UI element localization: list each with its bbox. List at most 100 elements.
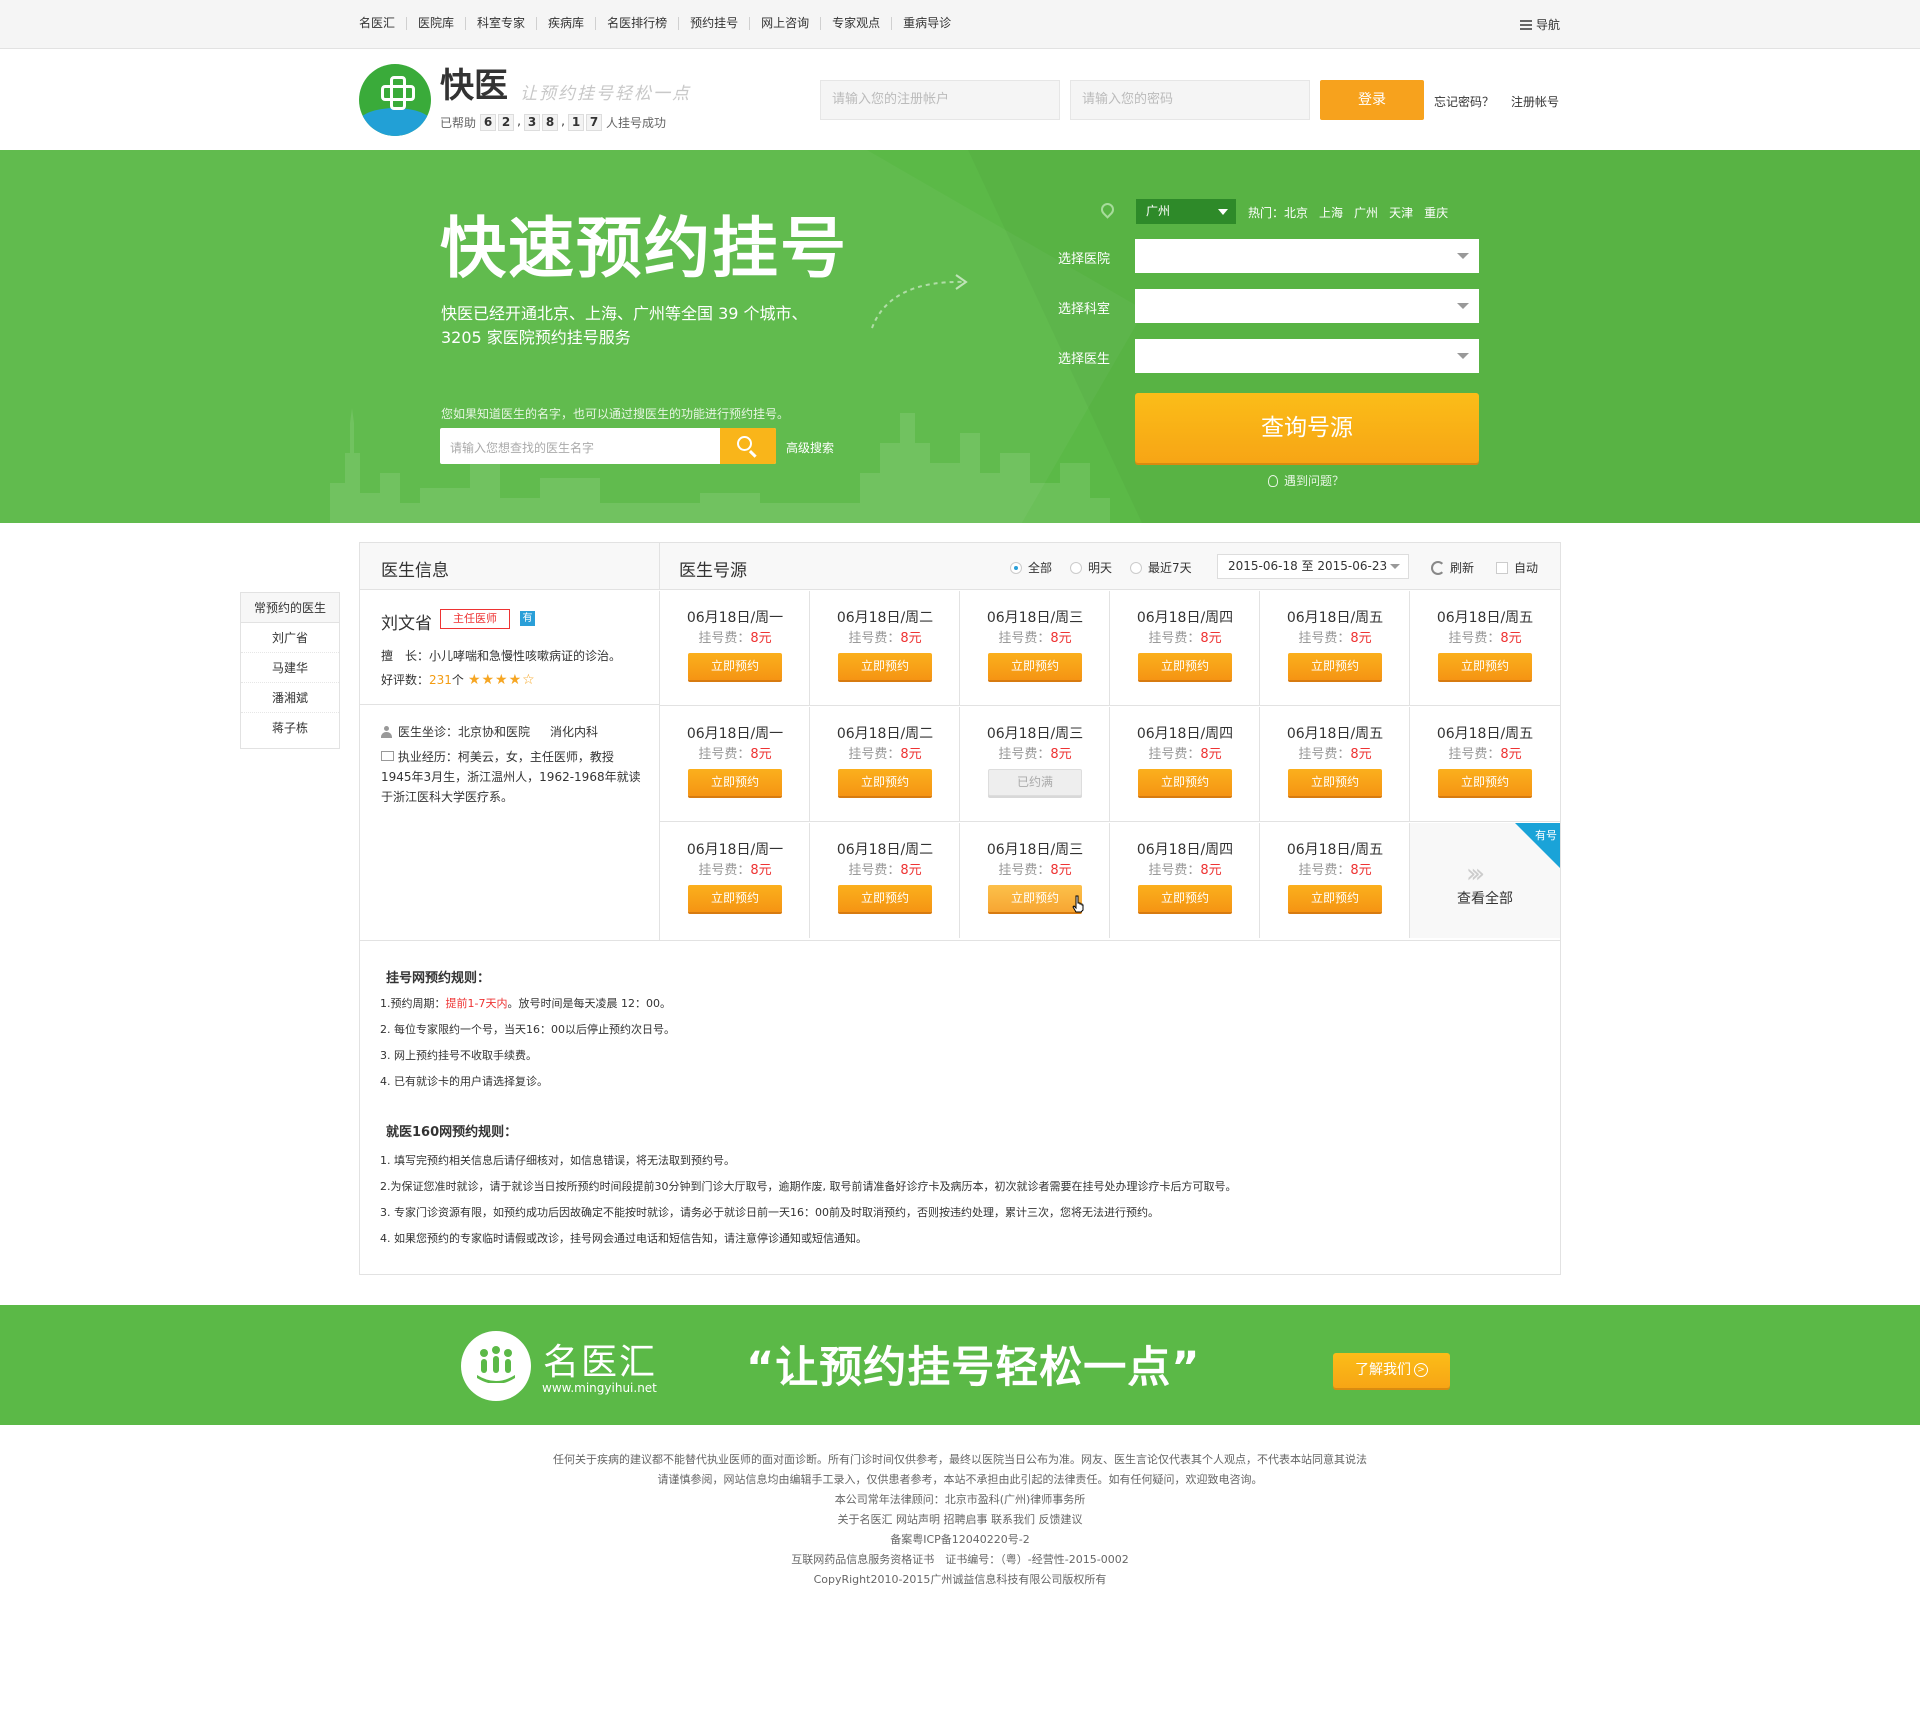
book-now-button[interactable]: 立即预约	[1138, 653, 1232, 680]
nav-link[interactable]: 专家观点	[820, 17, 891, 30]
specialty-value: 小儿哮喘和急慢性咳嗽病证的诊治。	[429, 649, 622, 663]
doctor-experience: 执业经历：柯美云，女，主任医师，教授 1945年3月生，浙江温州人，1962-1…	[381, 747, 646, 807]
nav-link[interactable]: 网上咨询	[749, 17, 820, 30]
schedule-date: 06月18日/周二	[836, 610, 934, 626]
schedule-fee: 挂号费：8元	[660, 627, 810, 646]
schedule-cell: 06月18日/周五 挂号费：8元 立即预约	[1410, 591, 1560, 706]
book-now-button[interactable]: 立即预约	[1438, 769, 1532, 796]
fully-booked-button: 已约满	[988, 769, 1082, 796]
schedule-cell: 06月18日/周五 挂号费：8元 立即预约	[1410, 707, 1560, 822]
city-select[interactable]: 广州	[1136, 199, 1236, 224]
doctor-search-input[interactable]: 请输入您想查找的医生名字	[450, 439, 594, 456]
book-now-button[interactable]: 立即预约	[988, 885, 1082, 912]
login-button[interactable]: 登录	[1320, 80, 1424, 120]
booking-panel: 医生信息 医生号源 全部 明天 最近7天 2015-06-18 至 2015-0…	[359, 542, 1561, 1275]
password-input[interactable]: 请输入您的密码	[1070, 80, 1310, 120]
fee-label: 挂号费：	[1298, 631, 1351, 646]
nav-link[interactable]: 科室专家	[465, 17, 536, 30]
book-now-button[interactable]: 立即预约	[1288, 769, 1382, 796]
view-all-button[interactable]: ››› 查看全部 有号	[1410, 823, 1560, 938]
book-now-button[interactable]: 立即预约	[688, 885, 782, 912]
schedule-fee: 挂号费：8元	[810, 743, 960, 762]
fee-value: 8元	[1050, 863, 1072, 878]
advanced-search-link[interactable]: 高级搜索	[786, 439, 834, 456]
filter-all-radio[interactable]: 全部	[1010, 559, 1052, 576]
chevron-down-icon	[1457, 303, 1469, 309]
hospital-name[interactable]: 北京协和医院	[458, 723, 530, 740]
book-now-button[interactable]: 立即预约	[988, 653, 1082, 680]
brand-name[interactable]: 快医	[440, 66, 508, 106]
username-input[interactable]: 请输入您的注册帐户	[820, 80, 1060, 120]
book-now-button[interactable]: 立即预约	[1138, 885, 1232, 912]
search-button[interactable]	[720, 428, 776, 464]
schedule-fee: 挂号费：8元	[960, 859, 1110, 878]
book-now-button[interactable]: 立即预约	[688, 769, 782, 796]
book-now-button[interactable]: 立即预约	[1138, 769, 1232, 796]
schedule-fee: 挂号费：8元	[1410, 627, 1560, 646]
rule-line: 1.预约周期：提前1-7天内。放号时间是每天凌晨 12：00。	[380, 995, 671, 1011]
schedule-fee: 挂号费：8元	[960, 627, 1110, 646]
logo-icon[interactable]	[359, 64, 431, 136]
book-now-button[interactable]: 立即预约	[1438, 653, 1532, 680]
fee-value: 8元	[1200, 863, 1222, 878]
nav-link[interactable]: 预约挂号	[678, 17, 749, 30]
book-now-button[interactable]: 立即预约	[1288, 885, 1382, 912]
filter-7days-radio[interactable]: 最近7天	[1130, 559, 1192, 576]
hot-city-link[interactable]: 天津	[1389, 204, 1413, 221]
sidebar-doctor-item[interactable]: 蒋子栋	[241, 713, 339, 743]
nav-link[interactable]: 名医汇	[359, 17, 406, 30]
nav-link[interactable]: 医院库	[406, 17, 465, 30]
register-link[interactable]: 注册帐号	[1511, 93, 1559, 110]
query-source-button[interactable]: 查询号源	[1135, 393, 1479, 463]
department-select[interactable]	[1135, 289, 1479, 323]
book-now-button[interactable]: 立即预约	[1288, 653, 1382, 680]
book-now-button[interactable]: 立即预约	[838, 885, 932, 912]
filter-tomorrow-radio[interactable]: 明天	[1070, 559, 1112, 576]
helped-suffix: 人挂号成功	[606, 116, 667, 130]
schedule-cell: 06月18日/周一 挂号费：8元 立即预约	[660, 823, 810, 938]
sidebar-doctor-item[interactable]: 刘广省	[241, 623, 339, 653]
sidebar-doctor-item[interactable]: 马建华	[241, 653, 339, 683]
hot-city-link[interactable]: 上海	[1319, 204, 1343, 221]
footer-line: 互联网药品信息服务资格证书 证书编号：（粤）-经营性-2015-0002	[791, 1553, 1129, 1566]
schedule-cell: 06月18日/周三 挂号费：8元 已约满	[960, 707, 1110, 822]
fee-label: 挂号费：	[998, 863, 1051, 878]
hot-city-link[interactable]: 广州	[1354, 204, 1378, 221]
nav-link[interactable]: 疾病库	[536, 17, 595, 30]
sidebar-doctor-item[interactable]: 潘湘斌	[241, 683, 339, 713]
top-nav-links: 名医汇 医院库 科室专家 疾病库 名医排行榜 预约挂号 网上咨询 专家观点 重病…	[359, 17, 962, 30]
book-now-button[interactable]: 立即预约	[838, 653, 932, 680]
doctor-name[interactable]: 刘文省	[381, 609, 432, 634]
refresh-button[interactable]: 刷新	[1431, 559, 1474, 576]
doctor-select[interactable]	[1135, 339, 1479, 373]
search-icon	[737, 436, 752, 451]
book-now-button[interactable]: 立即预约	[838, 769, 932, 796]
nav-link[interactable]: 名医排行榜	[595, 17, 678, 30]
forgot-password-link[interactable]: 忘记密码？	[1434, 93, 1494, 110]
refresh-label: 刷新	[1450, 561, 1475, 575]
rating-label: 好评数：	[381, 673, 430, 687]
footer-links[interactable]: 关于名医汇 网站声明 招聘启事 联系我们 反馈建议	[0, 1510, 1920, 1530]
schedule-date: 06月18日/周三	[986, 610, 1084, 626]
schedule-grid: 06月18日/周一 挂号费：8元 立即预约 06月18日/周二 挂号费：8元 立即预约 06…	[660, 591, 1560, 940]
auto-refresh-checkbox[interactable]: 自动	[1496, 559, 1538, 576]
rule-line: 3. 网上预约挂号不收取手续费。	[380, 1049, 537, 1062]
help-link[interactable]: 遇到问题？	[1268, 472, 1344, 489]
book-now-button[interactable]: 立即预约	[688, 653, 782, 680]
rule-line: 1. 填写完预约相关信息后请仔细核对，如信息错误，将无法取到预约号。	[380, 1154, 735, 1167]
banner-url[interactable]: www.mingyihui.net	[542, 1381, 657, 1395]
hospital-select[interactable]	[1135, 239, 1479, 273]
mingyihui-logo-icon[interactable]	[461, 1331, 531, 1401]
date-range-select[interactable]: 2015-06-18 至 2015-06-23	[1217, 554, 1409, 579]
fee-label: 挂号费：	[998, 631, 1051, 646]
about-us-button[interactable]: 了解我们 >	[1333, 1353, 1450, 1388]
filter-label: 最近7天	[1148, 561, 1192, 575]
schedule-cell: 06月18日/周一 挂号费：8元 立即预约	[660, 591, 810, 706]
guide-menu-button[interactable]: 导航	[1519, 16, 1560, 33]
hot-city-link[interactable]: 北京	[1284, 204, 1308, 221]
hot-city-link[interactable]: 重庆	[1424, 204, 1448, 221]
doctor-hospital: 医生坐诊： 北京协和医院 消化内科	[381, 723, 598, 740]
fee-value: 8元	[1200, 747, 1222, 762]
nav-link[interactable]: 重病导诊	[891, 17, 962, 30]
department-name[interactable]: 消化内科	[550, 723, 598, 740]
